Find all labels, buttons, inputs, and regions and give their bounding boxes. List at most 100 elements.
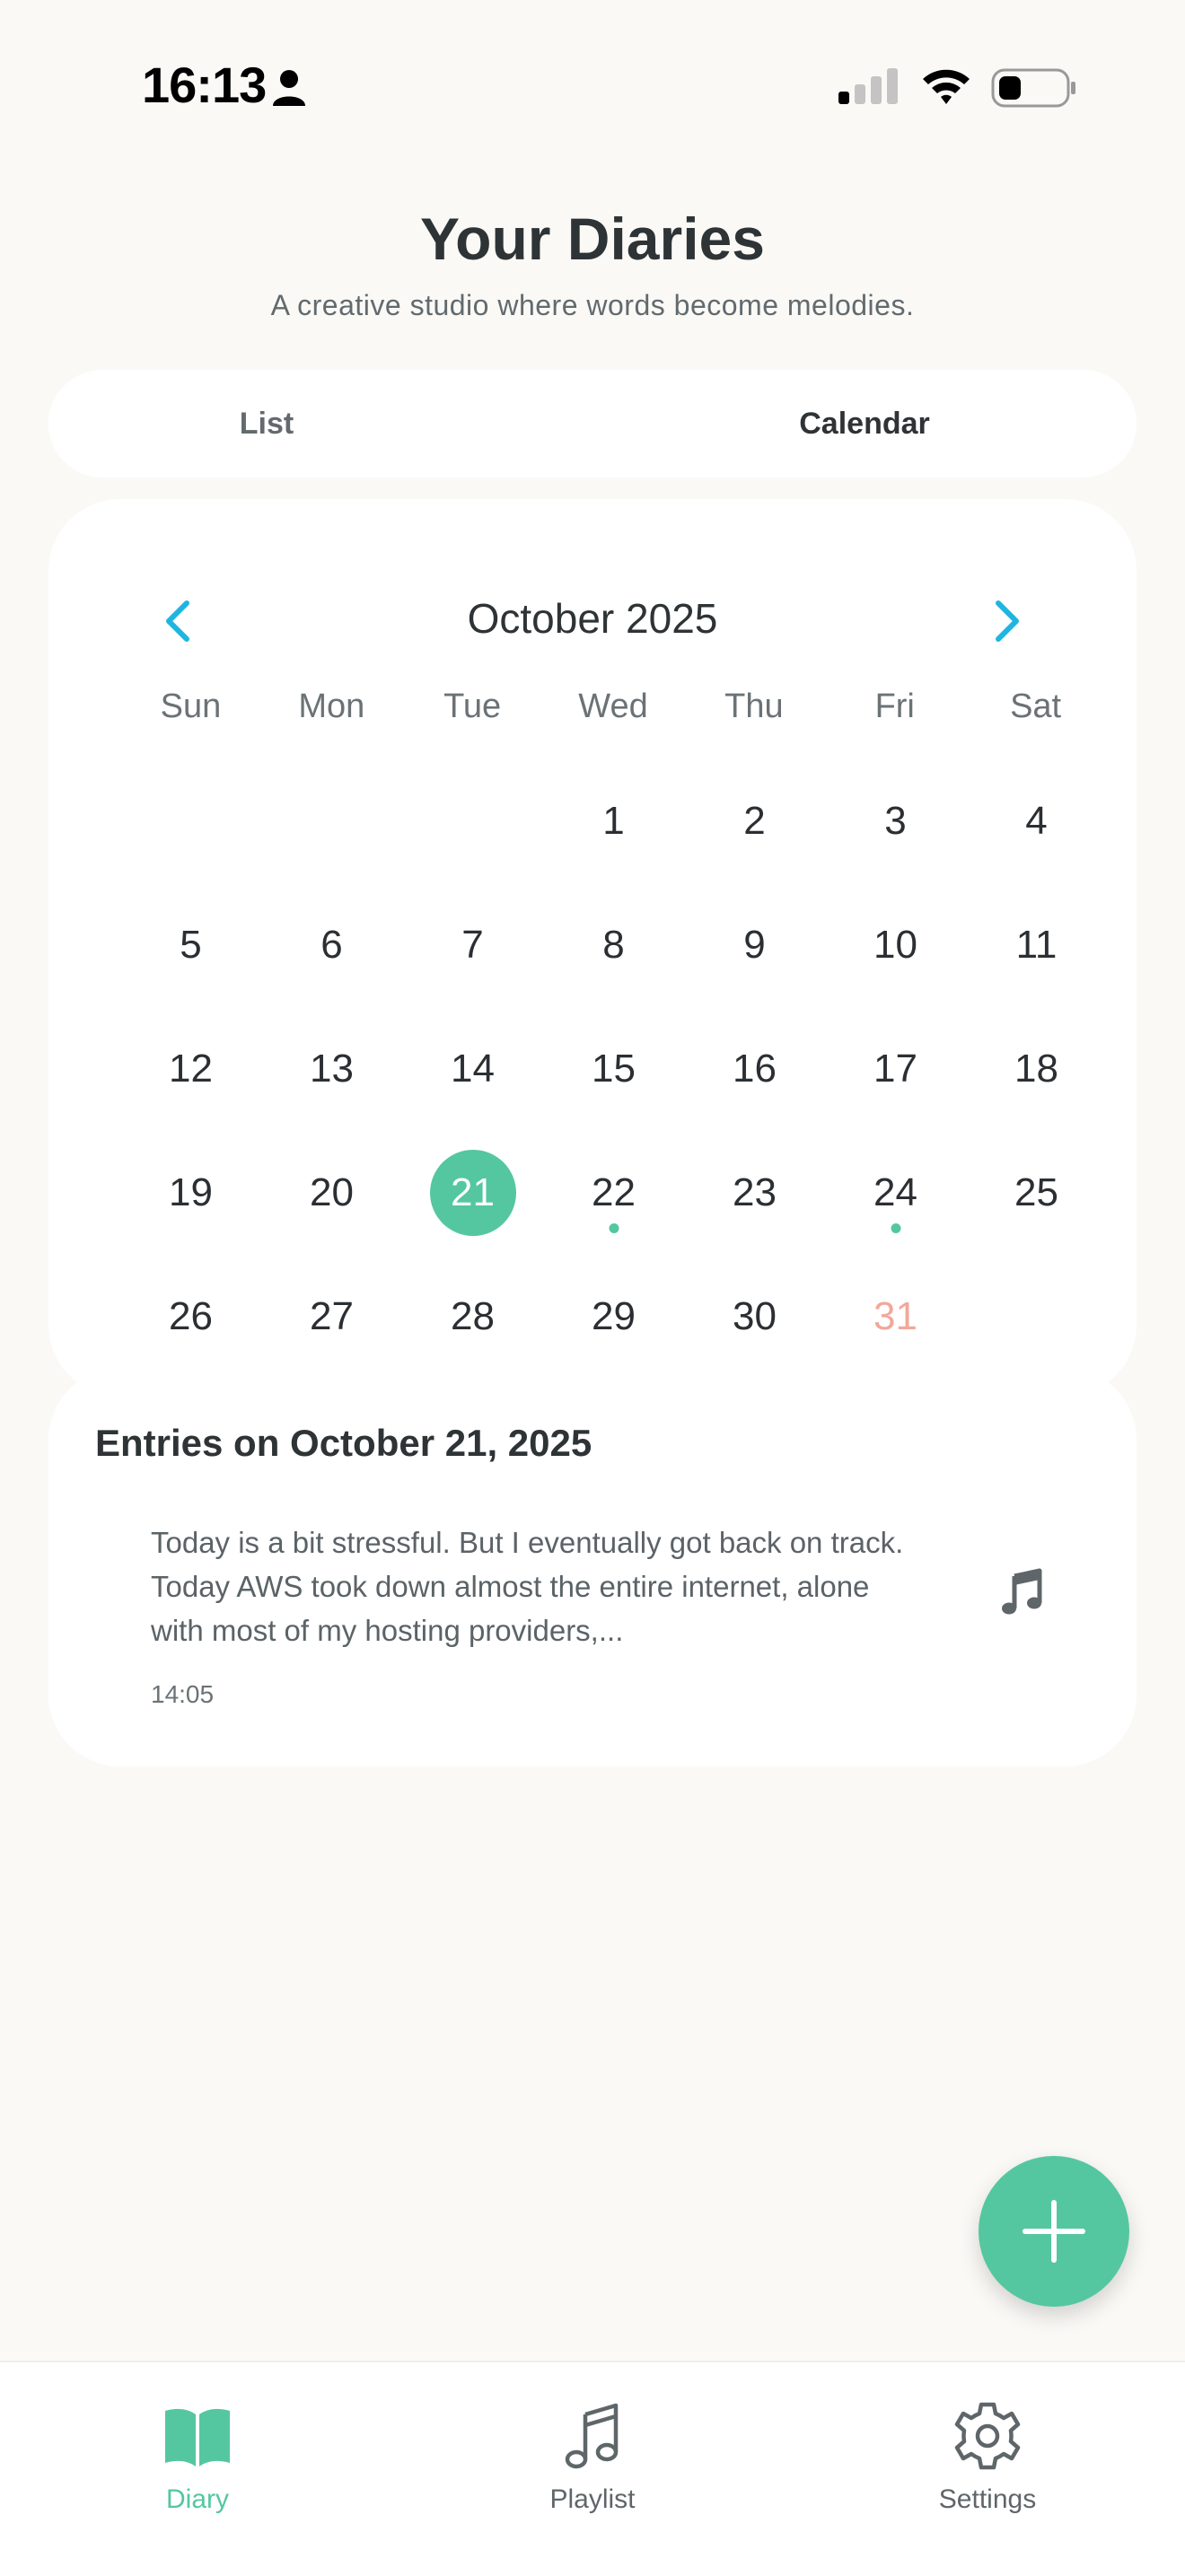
page-title: Your Diaries: [420, 206, 765, 272]
person-icon: [273, 70, 305, 106]
calendar-day-empty: [402, 759, 543, 883]
month-navigation: October 2025: [48, 585, 1137, 657]
entry-time: 14:05: [151, 1680, 215, 1708]
calendar-day-number: 10: [873, 923, 917, 967]
entries-heading: Entries on October 21, 2025: [95, 1422, 592, 1464]
calendar-day-number: 12: [169, 1047, 213, 1091]
calendar-day[interactable]: 27: [261, 1255, 402, 1379]
calendar-day[interactable]: 13: [261, 1007, 402, 1131]
tab-settings[interactable]: Settings: [880, 2380, 1095, 2533]
calendar-day[interactable]: 23: [684, 1131, 825, 1255]
calendar-day[interactable]: 19: [120, 1131, 261, 1255]
tab-playlist[interactable]: Playlist: [485, 2380, 700, 2533]
calendar-day[interactable]: 25: [966, 1131, 1107, 1255]
calendar-day-number: 14: [451, 1047, 495, 1091]
calendar-day[interactable]: 9: [684, 883, 825, 1007]
previous-month-chevron-icon[interactable]: [147, 585, 210, 657]
plus-icon: [1023, 2200, 1085, 2263]
tab-playlist-label: Playlist: [549, 2484, 636, 2514]
tab-diary-label: Diary: [165, 2484, 229, 2514]
weekday-label: Sun: [160, 688, 222, 725]
calendar-day-number: 7: [461, 923, 484, 967]
entry-indicator-dot: [891, 1223, 900, 1233]
calendar-day-number: 22: [592, 1170, 636, 1214]
calendar-day-number: 16: [733, 1047, 777, 1091]
calendar-day[interactable]: 22: [543, 1131, 684, 1255]
gear-icon: [954, 2402, 1021, 2470]
calendar-day-number: 26: [169, 1294, 213, 1338]
status-bar: 16:13: [0, 0, 1185, 171]
calendar-day[interactable]: 18: [966, 1007, 1107, 1131]
calendar-day[interactable]: 26: [120, 1255, 261, 1379]
calendar-day[interactable]: 1: [543, 759, 684, 883]
weekday-header: Sun Mon Tue Wed Thu Fri Sat: [120, 688, 1106, 741]
calendar-day[interactable]: 7: [402, 883, 543, 1007]
calendar-day-number: 8: [602, 923, 625, 967]
calendar-day[interactable]: 21: [402, 1131, 543, 1255]
calendar-day[interactable]: 5: [120, 883, 261, 1007]
month-label: October 2025: [467, 595, 718, 642]
calendar-day-number: 1: [602, 799, 625, 843]
calendar-day-number: 15: [592, 1047, 636, 1091]
calendar-day[interactable]: 8: [543, 883, 684, 1007]
calendar-day-number: 19: [169, 1170, 213, 1214]
weekday-label: Fri: [874, 688, 915, 725]
music-note-icon: [565, 2403, 619, 2469]
calendar-day[interactable]: 12: [120, 1007, 261, 1131]
next-month-chevron-icon[interactable]: [975, 585, 1038, 657]
calendar-day[interactable]: 3: [825, 759, 966, 883]
calendar-day[interactable]: 4: [966, 759, 1107, 883]
tab-calendar[interactable]: Calendar: [592, 370, 1137, 478]
weekday-label: Mon: [298, 688, 365, 725]
calendar-day[interactable]: 31: [825, 1255, 966, 1379]
calendar-day-number: 27: [310, 1294, 354, 1338]
calendar-day[interactable]: 24: [825, 1131, 966, 1255]
calendar-day-number: 28: [451, 1294, 495, 1338]
calendar-day-empty: [120, 759, 261, 883]
calendar-day-number: 13: [310, 1047, 354, 1091]
weekday-label: Thu: [724, 688, 784, 725]
calendar-day[interactable]: 2: [684, 759, 825, 883]
tab-list[interactable]: List: [48, 370, 592, 478]
calendar-day-number: 3: [884, 799, 907, 843]
calendar-day[interactable]: 17: [825, 1007, 966, 1131]
entries-card: Entries on October 21, 2025 Today is a b…: [48, 1368, 1137, 1766]
entry-indicator-dot: [609, 1223, 619, 1233]
add-entry-button[interactable]: [979, 2156, 1129, 2307]
calendar-day[interactable]: 16: [684, 1007, 825, 1131]
calendar-day-number: 29: [592, 1294, 636, 1338]
calendar-day-number: 23: [733, 1170, 777, 1214]
page-subtitle: A creative studio where words become mel…: [270, 289, 915, 321]
music-note-icon[interactable]: [1000, 1567, 1045, 1617]
weekday-label: Sat: [1010, 688, 1062, 725]
weekday-label: Wed: [578, 688, 648, 725]
calendar-day[interactable]: 15: [543, 1007, 684, 1131]
calendar-day-number: 18: [1014, 1047, 1058, 1091]
wifi-icon: [923, 69, 970, 104]
calendar-day[interactable]: 28: [402, 1255, 543, 1379]
calendar-day[interactable]: 30: [684, 1255, 825, 1379]
entry-excerpt: Today is a bit stressful. But I eventual…: [151, 1526, 904, 1647]
calendar-day[interactable]: 6: [261, 883, 402, 1007]
calendar-day-number: 4: [1025, 799, 1048, 843]
calendar-day[interactable]: 20: [261, 1131, 402, 1255]
calendar-day-number: 24: [873, 1170, 917, 1214]
calendar-day-number: 2: [743, 799, 766, 843]
calendar-day[interactable]: 29: [543, 1255, 684, 1379]
calendar-day-number: 9: [743, 923, 766, 967]
calendar-day-empty: [966, 1255, 1107, 1379]
bottom-tab-bar: Diary Playlist Settings: [0, 2361, 1185, 2576]
calendar-day-number: 31: [873, 1294, 917, 1338]
calendar-day-number: 21: [451, 1170, 495, 1214]
entry-list-item[interactable]: Today is a bit stressful. But I eventual…: [102, 1513, 1090, 1720]
calendar-day-number: 6: [320, 923, 343, 967]
calendar-day-number: 30: [733, 1294, 777, 1338]
weekday-label: Tue: [443, 688, 502, 725]
calendar-day[interactable]: 14: [402, 1007, 543, 1131]
calendar-day-number: 20: [310, 1170, 354, 1214]
calendar-day[interactable]: 11: [966, 883, 1107, 1007]
calendar-day-grid: 1 2 3 4 5 6 7 8 9 10 11 12 13 14 15 16 17 18 19 20 21 22 23 24 2…: [120, 759, 1106, 1379]
calendar-day[interactable]: 10: [825, 883, 966, 1007]
tab-diary[interactable]: Diary: [90, 2380, 305, 2533]
calendar-day-empty: [261, 759, 402, 883]
